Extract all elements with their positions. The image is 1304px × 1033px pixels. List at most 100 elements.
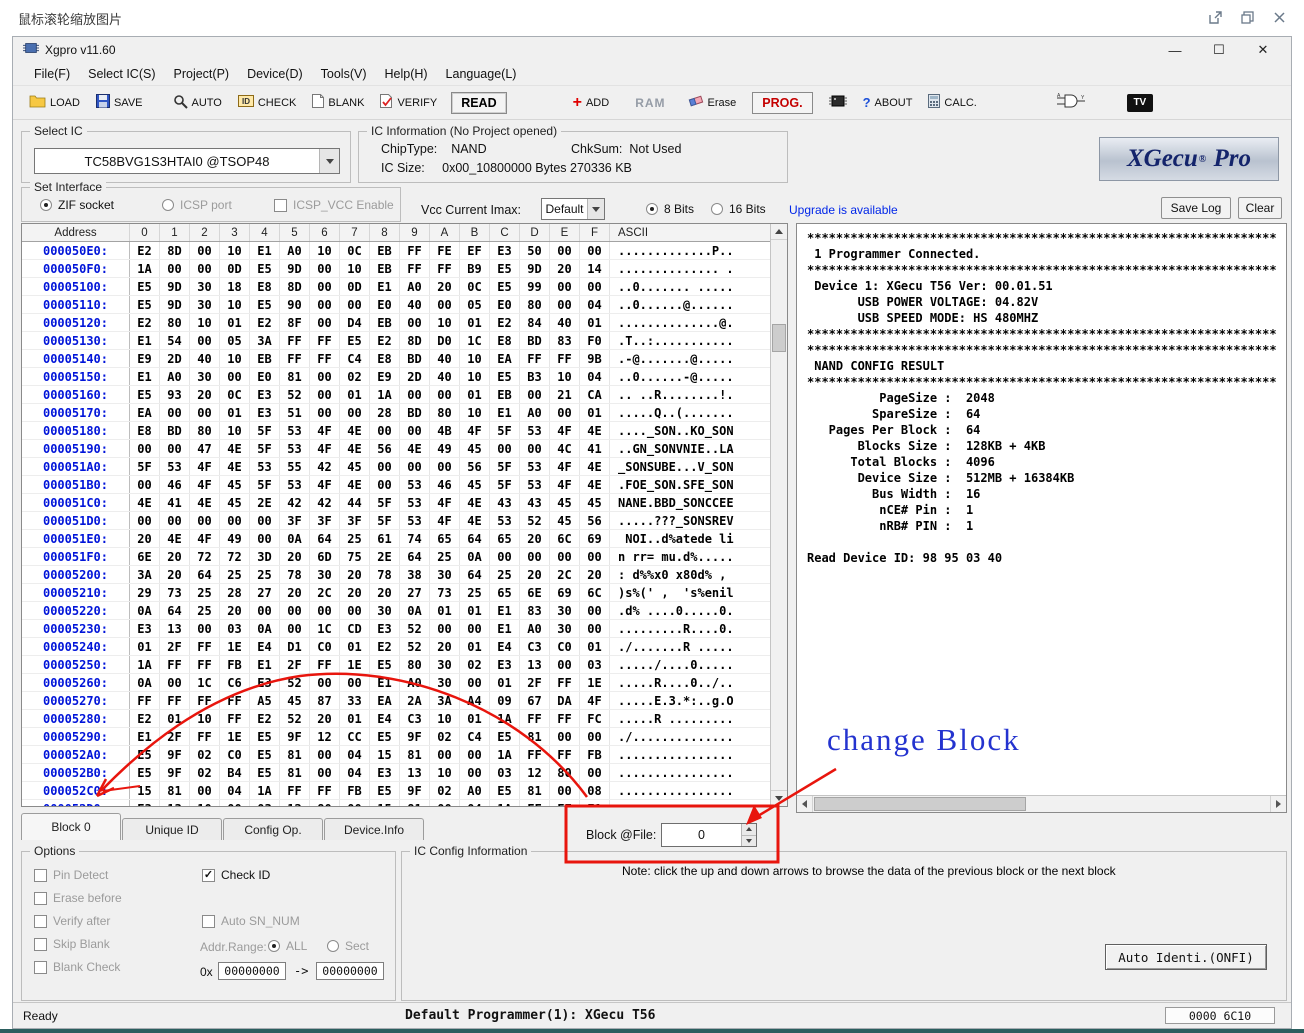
- scrollbar-thumb[interactable]: [814, 797, 1026, 811]
- hex-byte[interactable]: 5F: [370, 494, 400, 511]
- hex-byte[interactable]: 15: [370, 746, 400, 763]
- hex-byte[interactable]: 53: [160, 458, 190, 475]
- hex-byte[interactable]: 05: [460, 296, 490, 313]
- hex-byte[interactable]: 1A: [250, 782, 280, 799]
- hex-byte[interactable]: FF: [160, 656, 190, 673]
- hex-byte[interactable]: 10: [460, 350, 490, 367]
- hex-byte[interactable]: 64: [310, 530, 340, 547]
- hex-byte[interactable]: 81: [160, 782, 190, 799]
- hex-byte[interactable]: 65: [490, 530, 520, 547]
- hex-byte[interactable]: 0A: [400, 602, 430, 619]
- hex-byte[interactable]: 10: [460, 404, 490, 421]
- hex-byte[interactable]: 64: [460, 530, 490, 547]
- hex-byte[interactable]: 00: [130, 476, 160, 493]
- hex-byte[interactable]: 01: [340, 386, 370, 403]
- hex-byte[interactable]: E5: [250, 296, 280, 313]
- vcc-combo-dropdown-button[interactable]: [587, 199, 604, 219]
- hex-byte[interactable]: 00: [580, 620, 610, 637]
- hex-byte[interactable]: 4E: [460, 512, 490, 529]
- hex-byte[interactable]: 20: [340, 566, 370, 583]
- hex-byte[interactable]: 56: [460, 458, 490, 475]
- hex-byte[interactable]: E3: [250, 386, 280, 403]
- hex-byte[interactable]: 00: [280, 620, 310, 637]
- hex-byte[interactable]: EB: [490, 386, 520, 403]
- hex-byte[interactable]: 00: [340, 674, 370, 691]
- hex-byte[interactable]: 00: [190, 242, 220, 259]
- hex-byte[interactable]: 6D: [310, 548, 340, 565]
- hex-byte[interactable]: 64: [460, 566, 490, 583]
- upgrade-link[interactable]: Upgrade is available: [789, 203, 898, 217]
- hex-byte[interactable]: 78: [370, 566, 400, 583]
- hex-byte[interactable]: 47: [190, 440, 220, 457]
- hex-byte[interactable]: 8D: [160, 242, 190, 259]
- maximize-button[interactable]: ☐: [1197, 42, 1241, 58]
- hex-byte[interactable]: 64: [160, 602, 190, 619]
- hex-byte[interactable]: 00: [550, 278, 580, 295]
- hex-byte[interactable]: FB: [340, 782, 370, 799]
- hex-byte[interactable]: 27: [250, 584, 280, 601]
- hex-byte[interactable]: 0A: [250, 620, 280, 637]
- hex-byte[interactable]: 10: [340, 260, 370, 277]
- hex-byte[interactable]: 02: [430, 728, 460, 745]
- hex-byte[interactable]: 81: [400, 800, 430, 806]
- hex-byte[interactable]: 90: [280, 296, 310, 313]
- hex-byte[interactable]: 25: [430, 548, 460, 565]
- hex-byte[interactable]: 02: [340, 368, 370, 385]
- hex-byte[interactable]: FF: [550, 746, 580, 763]
- hex-byte[interactable]: 00: [370, 458, 400, 475]
- hex-byte[interactable]: 00: [400, 314, 430, 331]
- hex-byte[interactable]: 45: [550, 512, 580, 529]
- hex-byte[interactable]: 12: [520, 764, 550, 781]
- hex-byte[interactable]: 03: [250, 800, 280, 806]
- hex-byte[interactable]: 53: [280, 422, 310, 439]
- hex-byte[interactable]: E8: [130, 422, 160, 439]
- hex-byte[interactable]: 04: [580, 296, 610, 313]
- hex-byte[interactable]: 00: [580, 242, 610, 259]
- radio-addr-all[interactable]: ALL: [268, 939, 307, 953]
- hex-byte[interactable]: FF: [280, 332, 310, 349]
- hex-byte[interactable]: 00: [310, 386, 340, 403]
- hex-byte[interactable]: FF: [190, 692, 220, 709]
- hex-byte[interactable]: 2E: [370, 548, 400, 565]
- hex-byte[interactable]: 53: [250, 458, 280, 475]
- hex-byte[interactable]: 20: [370, 584, 400, 601]
- hex-byte[interactable]: 00: [430, 386, 460, 403]
- hex-byte[interactable]: 42: [280, 494, 310, 511]
- hex-byte[interactable]: 0C: [220, 386, 250, 403]
- checkbox-erase-before[interactable]: Erase before: [34, 891, 122, 905]
- hex-byte[interactable]: E5: [490, 278, 520, 295]
- hex-byte[interactable]: 2F: [280, 656, 310, 673]
- hex-byte[interactable]: 01: [460, 386, 490, 403]
- hex-byte[interactable]: 1A: [130, 260, 160, 277]
- hex-byte[interactable]: 9D: [160, 296, 190, 313]
- hex-byte[interactable]: FF: [310, 332, 340, 349]
- hex-byte[interactable]: 00: [220, 368, 250, 385]
- hex-byte[interactable]: EF: [460, 242, 490, 259]
- hex-byte[interactable]: E1: [130, 728, 160, 745]
- hex-byte[interactable]: 1A: [490, 710, 520, 727]
- hex-byte[interactable]: 00: [310, 404, 340, 421]
- hex-byte[interactable]: E3: [250, 404, 280, 421]
- tab-config-op-[interactable]: Config Op.: [223, 818, 323, 840]
- erase-button[interactable]: Erase: [684, 93, 741, 113]
- hex-byte[interactable]: 4E: [580, 422, 610, 439]
- hex-byte[interactable]: 13: [400, 764, 430, 781]
- hex-byte[interactable]: 00: [130, 512, 160, 529]
- hex-byte[interactable]: DA: [550, 692, 580, 709]
- hex-byte[interactable]: 52: [280, 386, 310, 403]
- hex-byte[interactable]: 1C: [190, 674, 220, 691]
- hex-byte[interactable]: 45: [340, 458, 370, 475]
- hex-byte[interactable]: FF: [190, 638, 220, 655]
- hex-byte[interactable]: 00: [460, 764, 490, 781]
- hex-byte[interactable]: BD: [160, 422, 190, 439]
- hex-byte[interactable]: 00: [310, 296, 340, 313]
- menu-item[interactable]: Device(D): [238, 65, 312, 83]
- hex-byte[interactable]: 00: [580, 548, 610, 565]
- tv-button[interactable]: TV: [1123, 92, 1157, 114]
- hex-byte[interactable]: 3A: [130, 566, 160, 583]
- hex-byte[interactable]: 25: [490, 566, 520, 583]
- hex-byte[interactable]: FF: [520, 746, 550, 763]
- hex-byte[interactable]: 80: [400, 656, 430, 673]
- hex-byte[interactable]: BD: [520, 332, 550, 349]
- hex-byte[interactable]: 25: [190, 584, 220, 601]
